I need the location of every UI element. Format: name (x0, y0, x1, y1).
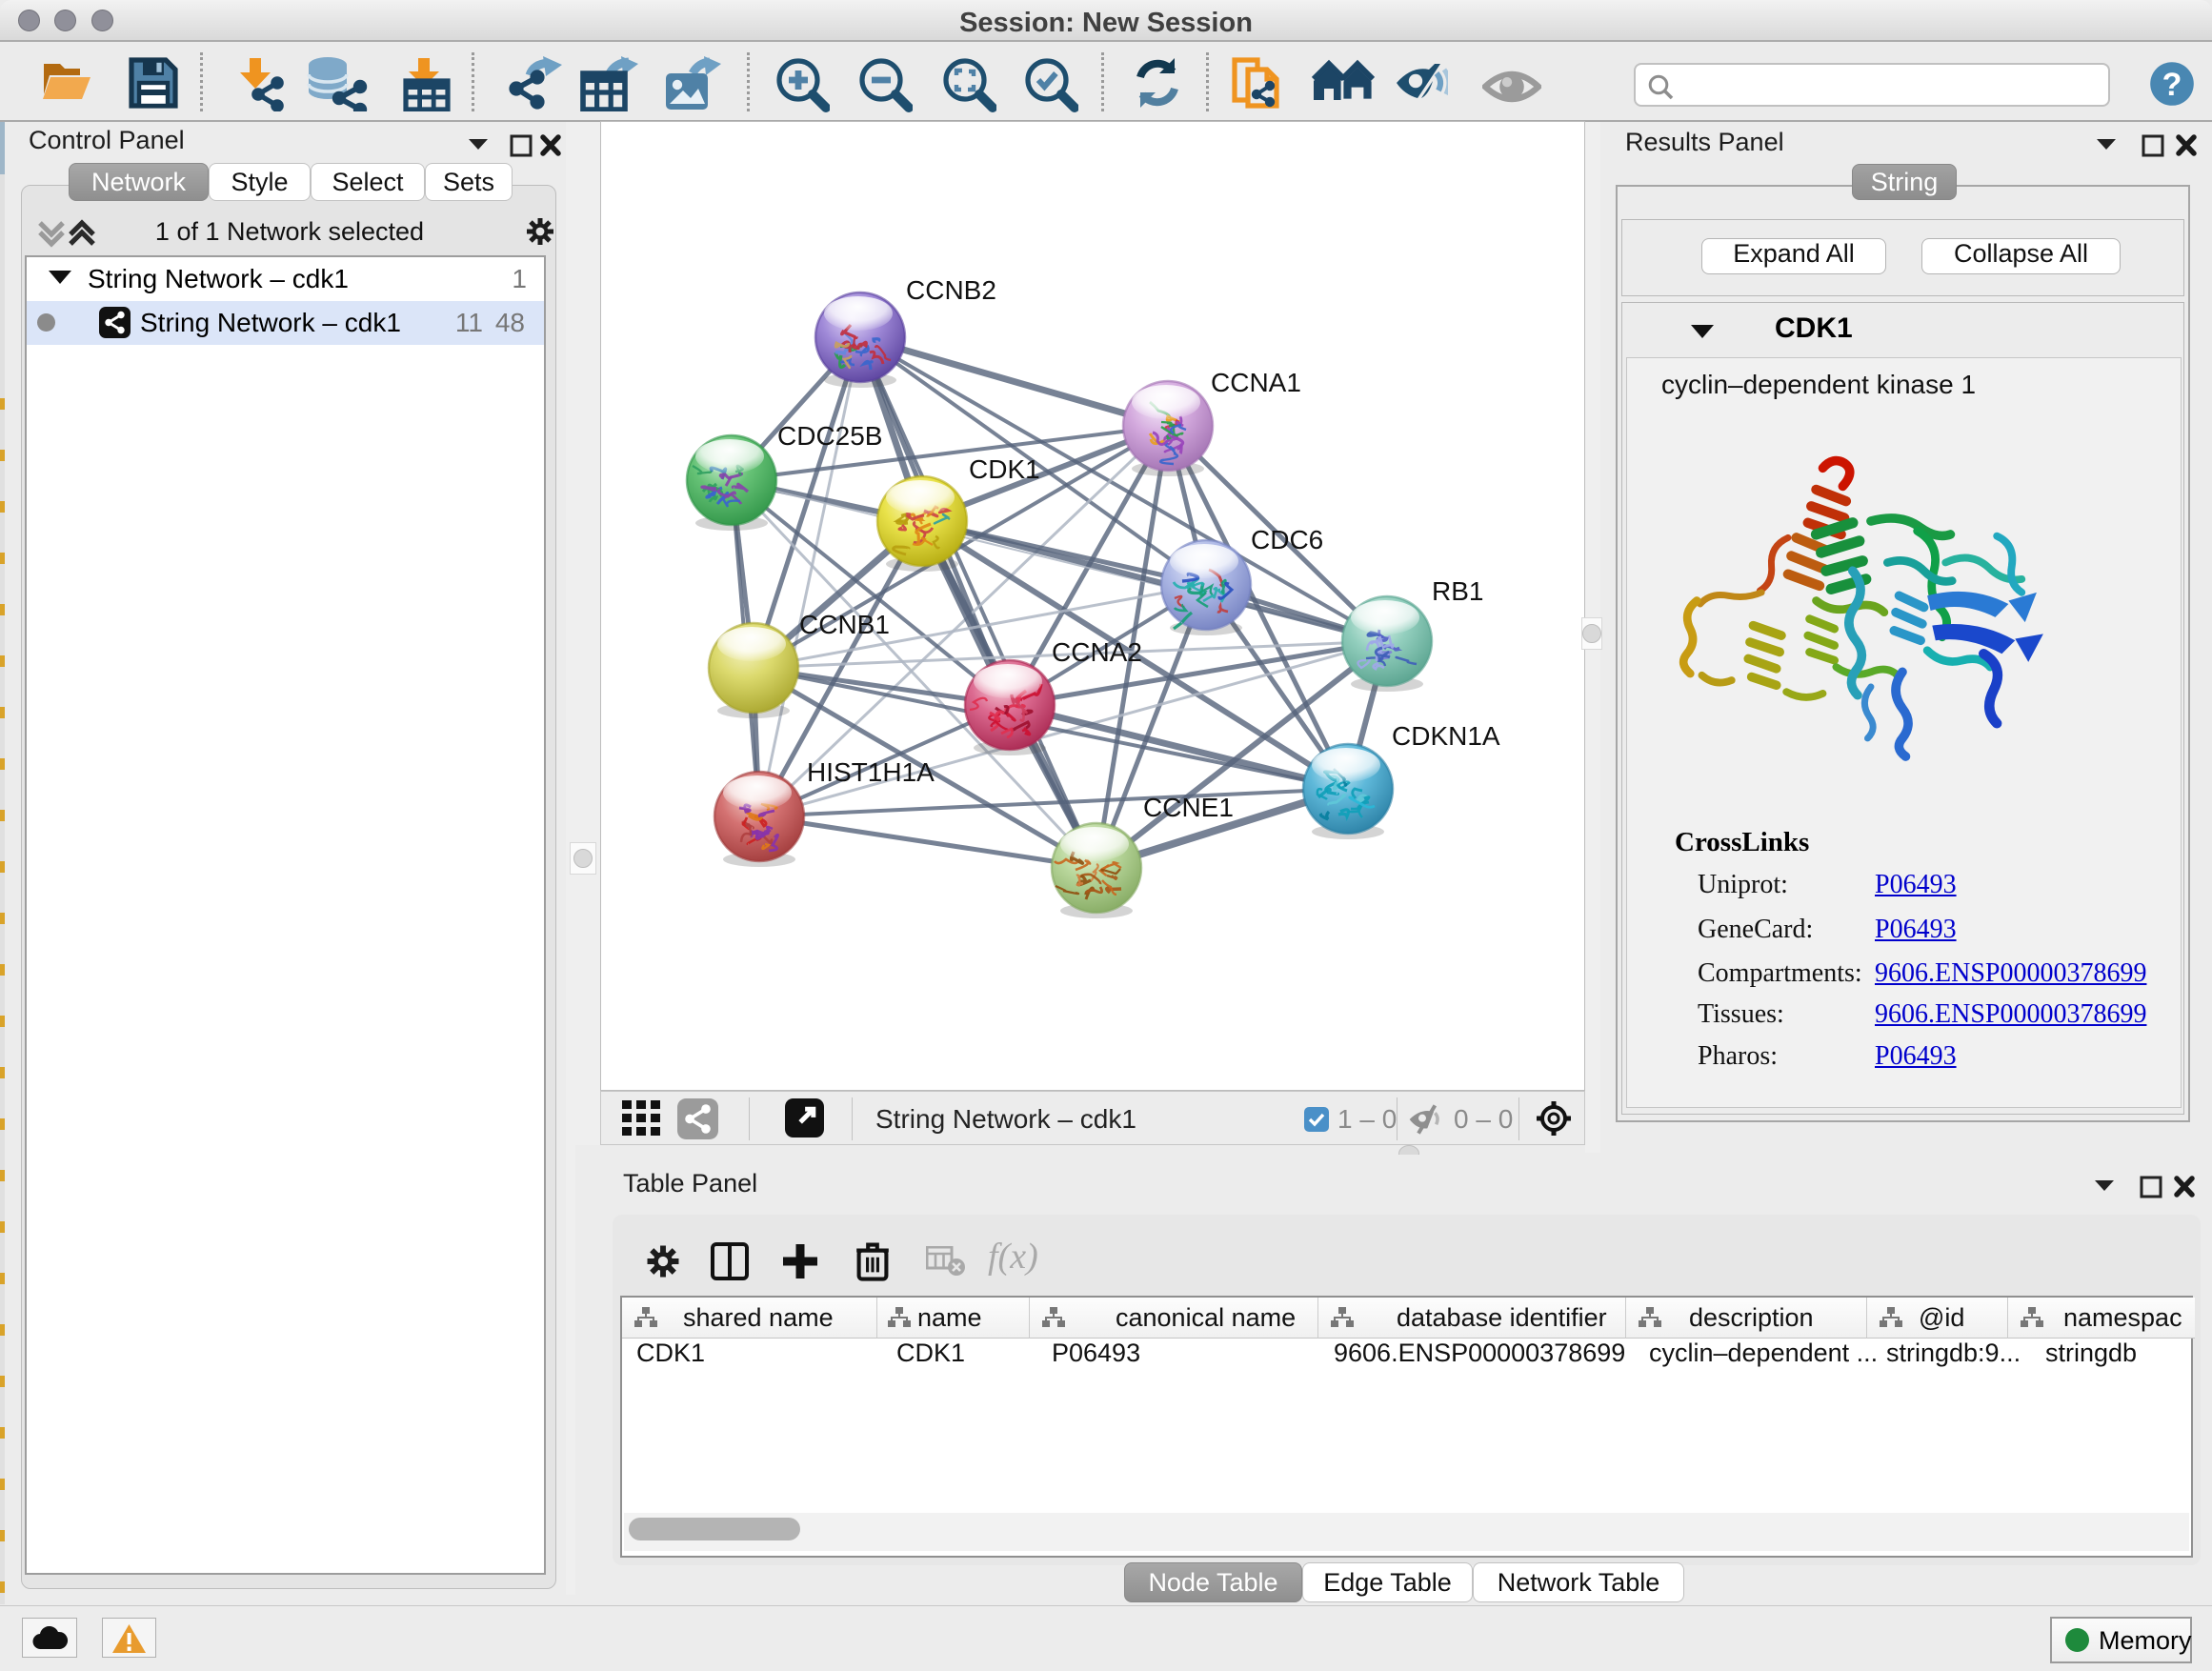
svg-text:CCNB2: CCNB2 (906, 275, 996, 305)
svg-text:CCNA2: CCNA2 (1052, 637, 1142, 667)
svg-text:CDK1: CDK1 (969, 454, 1040, 484)
svg-text:RB1: RB1 (1432, 576, 1483, 606)
svg-text:CCNA1: CCNA1 (1211, 368, 1301, 397)
svg-text:?: ? (2162, 67, 2182, 103)
svg-text:CCNB1: CCNB1 (799, 610, 890, 639)
svg-text:CDKN1A: CDKN1A (1392, 721, 1500, 751)
svg-text:HIST1H1A: HIST1H1A (807, 757, 935, 787)
svg-text:CDC25B: CDC25B (777, 421, 882, 451)
svg-text:CDC6: CDC6 (1251, 525, 1323, 554)
svg-text:CCNE1: CCNE1 (1143, 793, 1234, 822)
